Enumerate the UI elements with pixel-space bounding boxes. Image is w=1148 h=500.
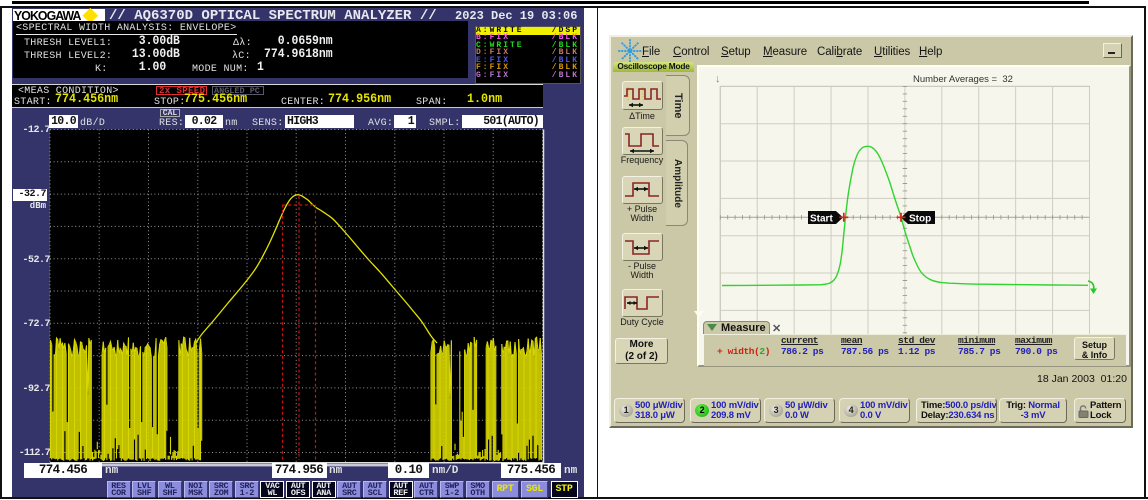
svg-text:Stop: Stop: [909, 214, 931, 225]
svg-text:Start: Start: [810, 214, 833, 225]
